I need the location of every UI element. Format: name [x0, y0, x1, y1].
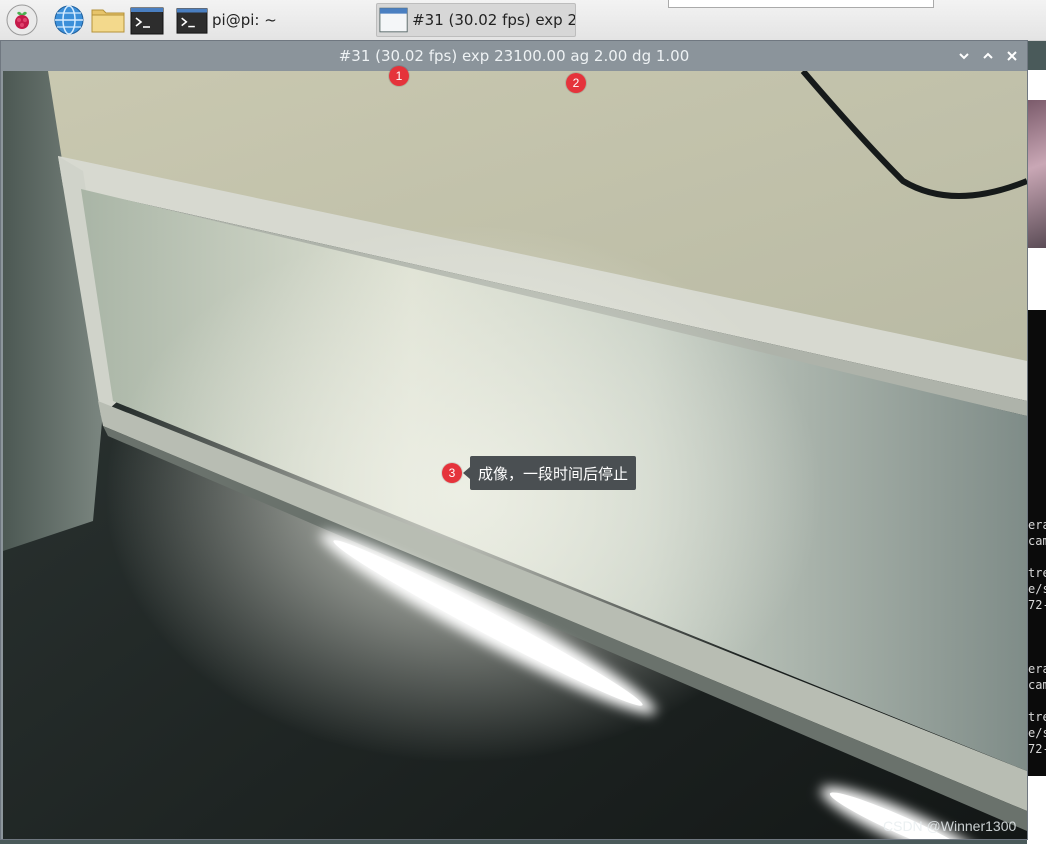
maximize-button[interactable]	[979, 47, 997, 65]
raspberry-icon	[6, 4, 38, 36]
terminal-line: cam	[1028, 678, 1046, 692]
terminal-line: tre	[1028, 710, 1046, 724]
raspberry-menu-button[interactable]	[6, 4, 38, 36]
folder-icon	[91, 9, 125, 33]
window-titlebar[interactable]: #31 (30.02 fps) exp 23100.00 ag 2.00 dg …	[1, 41, 1027, 71]
taskbar: pi@pi: ~ #31 (30.02 fps) exp 2...	[0, 0, 1046, 41]
annotation-badge-1: 1	[389, 66, 409, 86]
camera-preview-image	[3, 71, 1027, 839]
taskbar-item-terminal[interactable]: pi@pi: ~	[176, 3, 372, 37]
web-browser-launcher[interactable]	[52, 4, 86, 36]
globe-icon	[54, 5, 84, 35]
terminal-line: era	[1028, 518, 1046, 532]
annotation-note: 成像，一段时间后停止	[462, 456, 637, 490]
taskbar-item-label: pi@pi: ~	[212, 11, 277, 29]
close-button[interactable]	[1003, 47, 1021, 65]
chevron-up-icon	[983, 52, 993, 59]
terminal-line: 72-	[1028, 742, 1046, 756]
panel-widget	[668, 0, 934, 8]
terminal-line: 72-	[1028, 598, 1046, 612]
terminal-line: tre	[1028, 566, 1046, 580]
camera-frame-image	[3, 71, 1027, 839]
background-terminal: era cam tre e/s 72- era cam tre e/s 72-	[1028, 310, 1046, 776]
terminal-line: era	[1028, 662, 1046, 676]
minimize-button[interactable]	[955, 47, 973, 65]
close-icon	[1007, 51, 1017, 61]
terminal-launcher[interactable]	[130, 4, 164, 36]
background-image	[1028, 100, 1046, 248]
terminal-line: e/s	[1028, 582, 1046, 596]
annotation-badge-2: 2	[566, 73, 586, 93]
window-title: #31 (30.02 fps) exp 23100.00 ag 2.00 dg …	[338, 47, 690, 65]
terminal-line: cam	[1028, 534, 1046, 548]
terminal-icon	[130, 7, 164, 35]
camera-preview-window: #31 (30.02 fps) exp 23100.00 ag 2.00 dg …	[0, 40, 1028, 840]
terminal-line: e/s	[1028, 726, 1046, 740]
window-icon	[379, 7, 408, 33]
annotation-badge-3: 3	[442, 463, 462, 483]
file-manager-launcher[interactable]	[90, 4, 126, 36]
terminal-icon	[176, 8, 208, 34]
taskbar-item-label: #31 (30.02 fps) exp 2...	[412, 11, 575, 29]
watermark: CSDN @Winner1300	[883, 818, 1017, 834]
taskbar-item-camera-preview[interactable]: #31 (30.02 fps) exp 2...	[376, 3, 576, 37]
chevron-down-icon	[959, 53, 969, 60]
